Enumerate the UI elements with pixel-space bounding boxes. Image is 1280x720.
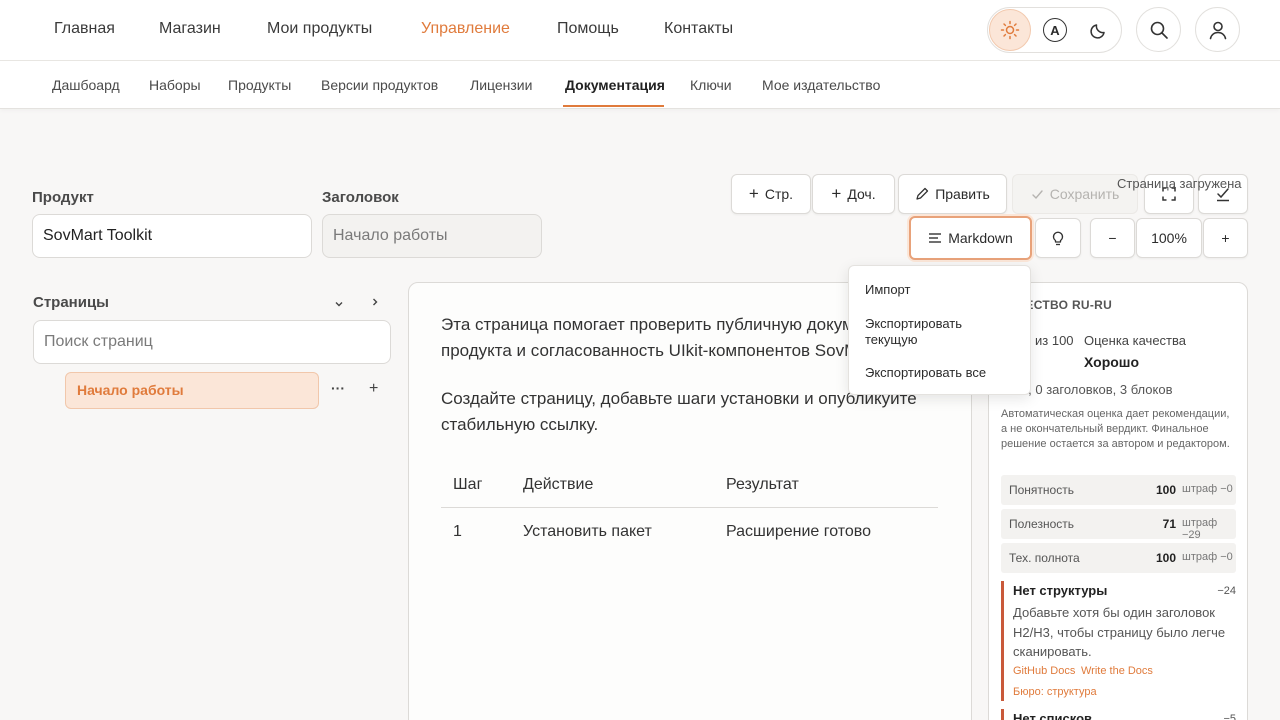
page-item-getting-started[interactable]: Начало работы	[65, 372, 319, 409]
chevron-right-icon[interactable]	[369, 296, 381, 308]
nav-item-contacts[interactable]: Контакты	[664, 20, 733, 38]
profile-button[interactable]	[1195, 7, 1240, 52]
paragraph-2-line-2: стабильную ссылку.	[441, 415, 599, 434]
add-page-label: Стр.	[764, 186, 794, 202]
moon-icon	[1090, 24, 1105, 39]
issue-title: Нет структуры	[1013, 583, 1108, 598]
theme-auto-button[interactable]: A	[1034, 9, 1076, 51]
table-cell: Установить пакет	[523, 523, 652, 540]
tab-product-versions[interactable]: Версии продуктов	[321, 77, 438, 93]
issue-card: Нет структуры −24 Добавьте хотя бы один …	[1001, 581, 1236, 701]
section-tabs: Дашбоард Наборы Продукты Версии продукто…	[0, 61, 1280, 109]
product-label: Продукт	[32, 189, 94, 206]
nav-item-help[interactable]: Помощь	[557, 20, 619, 38]
search-icon	[1150, 21, 1168, 39]
title-label: Заголовок	[322, 189, 399, 206]
tab-my-publisher[interactable]: Мое издательство	[762, 77, 880, 93]
paragraph-1-line-2: продукта и согласованность UIkit-компоне…	[441, 341, 883, 360]
theme-dark-button[interactable]	[1078, 9, 1120, 51]
add-child-label: Доч.	[847, 186, 876, 202]
table-divider	[441, 507, 938, 508]
metric-row: Полезность 71 штраф −29	[1001, 509, 1236, 541]
search-button[interactable]	[1136, 7, 1181, 52]
metric-row: Тех. полнота 100 штраф −0	[1001, 543, 1236, 573]
metric-value: 100	[1155, 483, 1176, 497]
table-cell: Расширение готово	[726, 523, 872, 540]
chevron-down-icon[interactable]	[333, 298, 345, 310]
top-navigation: Главная Магазин Мои продукты Управление …	[0, 0, 1280, 61]
lightbulb-icon	[1052, 231, 1064, 246]
markdown-menu-button[interactable]: Markdown	[909, 216, 1032, 260]
table-cell: 1	[453, 523, 462, 540]
metric-row: Понятность 100 штраф −0	[1001, 475, 1236, 505]
menu-item-export-all[interactable]: Экспортировать все	[865, 365, 1015, 381]
product-field[interactable]: SovMart Toolkit	[32, 214, 312, 258]
menu-item-export-current[interactable]: Экспортировать текущую	[865, 316, 1015, 348]
metric-name: Полезность	[1009, 517, 1074, 531]
check-icon	[1032, 189, 1043, 199]
tab-licenses[interactable]: Лицензии	[470, 77, 532, 93]
tab-keys[interactable]: Ключи	[690, 77, 732, 93]
issue-link[interactable]: Write the Docs	[1081, 665, 1153, 677]
metric-penalty: штраф −0	[1182, 483, 1233, 495]
theme-switcher: A	[987, 7, 1122, 53]
metric-name: Понятность	[1009, 483, 1074, 497]
nav-item-my-products[interactable]: Мои продукты	[267, 20, 372, 38]
nav-item-store[interactable]: Магазин	[159, 20, 221, 38]
theme-light-button[interactable]	[989, 9, 1031, 51]
issue-source[interactable]: Бюро: структура	[1013, 686, 1097, 698]
status-message: Страница загружена	[1117, 176, 1242, 191]
quality-note: Автоматическая оценка дает рекомендации,…	[1001, 408, 1230, 450]
markdown-label: Markdown	[948, 230, 1013, 246]
auto-theme-icon: A	[1043, 18, 1067, 42]
quality-verdict: Хорошо	[1084, 354, 1140, 370]
tab-dashboard[interactable]: Дашбоард	[52, 77, 120, 93]
issue-penalty: −24	[1217, 585, 1236, 597]
zoom-level: 100%	[1136, 218, 1202, 258]
metric-name: Тех. полнота	[1009, 551, 1080, 565]
markdown-dropdown-menu: Импорт Экспортировать текущую Экспортиро…	[848, 265, 1031, 395]
edit-button[interactable]: Править	[898, 174, 1007, 214]
save-label: Сохранить	[1049, 186, 1120, 202]
zoom-in-button[interactable]: +	[1203, 218, 1248, 258]
nav-item-home[interactable]: Главная	[54, 20, 115, 38]
zoom-out-button[interactable]: −	[1090, 218, 1135, 258]
add-child-button[interactable]: + Доч.	[812, 174, 895, 214]
issue-card: Нет списков −5	[1001, 709, 1236, 720]
user-icon	[1209, 21, 1226, 39]
plus-icon: +	[831, 184, 842, 203]
page-add-button[interactable]: +	[369, 380, 378, 398]
page-search-input[interactable]: Поиск страниц	[33, 320, 391, 364]
menu-lines-icon	[929, 233, 942, 243]
metric-value: 100	[1155, 551, 1176, 565]
menu-item-import[interactable]: Импорт	[865, 282, 1015, 298]
table-header-action: Действие	[523, 476, 594, 493]
quality-score-label: Оценка качества	[1084, 333, 1187, 348]
title-field[interactable]: Начало работы	[322, 214, 542, 258]
pencil-icon	[916, 187, 929, 200]
edit-label: Править	[935, 186, 990, 202]
tab-products[interactable]: Продукты	[228, 77, 291, 93]
paragraph-2-line-1: Создайте страницу, добавьте шаги установ…	[441, 389, 917, 408]
nav-item-management[interactable]: Управление	[421, 20, 510, 38]
table-header-step: Шаг	[453, 476, 483, 493]
metric-penalty: штраф −0	[1182, 551, 1233, 563]
tips-button[interactable]	[1035, 218, 1081, 258]
quality-score-of: из 100	[1035, 333, 1074, 348]
add-page-button[interactable]: + Стр.	[731, 174, 811, 214]
issue-penalty: −5	[1223, 713, 1236, 720]
tab-documentation[interactable]: Документация	[565, 77, 665, 93]
sun-icon	[1000, 20, 1020, 40]
active-tab-indicator	[563, 105, 664, 107]
page-more-button[interactable]: ···	[331, 380, 345, 396]
metric-penalty: штраф −29	[1182, 517, 1218, 541]
tab-bundles[interactable]: Наборы	[149, 77, 201, 93]
issue-title: Нет списков	[1013, 711, 1092, 720]
table-header-result: Результат	[726, 476, 799, 493]
pages-label: Страницы	[33, 294, 109, 311]
metric-value: 71	[1162, 517, 1176, 531]
plus-icon: +	[748, 184, 759, 203]
issue-link[interactable]: GitHub Docs	[1013, 665, 1075, 677]
issue-text: Добавьте хотя бы один заголовок H2/H3, ч…	[1013, 605, 1226, 659]
